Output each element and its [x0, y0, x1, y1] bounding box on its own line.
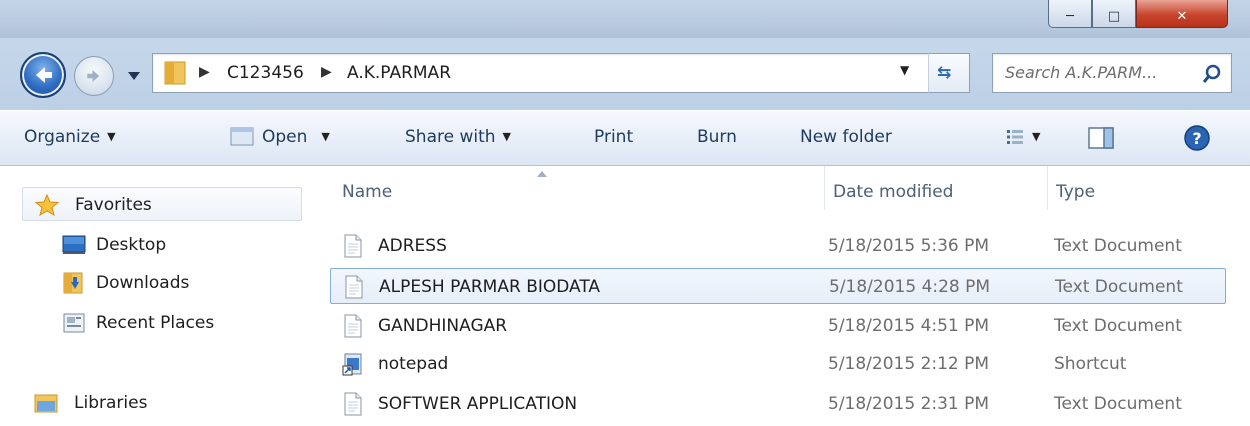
downloads-folder-icon	[63, 272, 83, 294]
libraries-icon	[34, 394, 58, 413]
file-date-modified: 5/18/2015 4:28 PM	[829, 277, 991, 297]
breadcrumb-separator-icon[interactable]: ▶	[199, 64, 210, 80]
sidebar-item-recent-places[interactable]: Recent Places	[22, 306, 282, 340]
back-button[interactable]	[20, 52, 66, 98]
back-arrow-icon	[36, 67, 52, 83]
sidebar-item-desktop[interactable]: Desktop	[22, 228, 282, 262]
column-header-label: Name	[342, 182, 393, 202]
folder-icon	[164, 61, 186, 85]
column-header-type[interactable]: Type	[1048, 166, 1250, 210]
file-type: Text Document	[1054, 316, 1182, 336]
change-view-icon[interactable]	[1006, 128, 1024, 146]
shortcut-icon	[342, 353, 362, 376]
text-document-icon	[344, 392, 362, 416]
table-row[interactable]: ADRESS 5/18/2015 5:36 PM Text Document	[330, 228, 1226, 264]
breadcrumb-c123456[interactable]: C123456	[227, 63, 304, 83]
text-document-icon	[345, 275, 363, 299]
sidebar-item-label: Libraries	[74, 393, 148, 413]
close-icon: ✕	[1176, 9, 1188, 24]
file-type: Text Document	[1055, 277, 1183, 297]
desktop-icon	[62, 235, 86, 254]
minimize-button[interactable]: ─	[1048, 0, 1092, 28]
table-row[interactable]: SOFTWER APPLICATION 5/18/2015 2:31 PM Text…	[330, 386, 1226, 422]
command-toolbar: Organize ▼ Open ▼ Share with ▼ Print Burn N…	[0, 110, 1250, 166]
chevron-down-icon: ▼	[502, 130, 511, 143]
search-input[interactable]	[1005, 63, 1191, 82]
table-row[interactable]: ALPESH PARMAR BIODATA 5/18/2015 4:28 PM Te…	[330, 268, 1226, 304]
open-label: Open	[262, 127, 308, 147]
breadcrumb-ak-parmar[interactable]: A.K.PARMAR	[347, 63, 451, 83]
refresh-button[interactable]: ⇆	[928, 53, 970, 93]
text-document-icon	[344, 234, 362, 258]
navigation-pane: Favorites Desktop Downloads Recent Place…	[0, 166, 318, 426]
file-type: Text Document	[1054, 236, 1182, 256]
refresh-icon: ⇆	[937, 63, 952, 83]
sidebar-item-label: Recent Places	[96, 313, 215, 333]
preview-pane-icon[interactable]	[1086, 126, 1116, 150]
svg-text:?: ?	[1192, 129, 1201, 148]
organize-label: Organize	[24, 127, 101, 147]
share-with-label: Share with	[405, 127, 496, 147]
column-header-name[interactable]: Name	[318, 166, 824, 210]
address-dropdown-icon[interactable]: ▼	[900, 63, 909, 77]
file-type: Text Document	[1054, 394, 1182, 414]
breadcrumb-separator-icon[interactable]: ▶	[321, 64, 332, 80]
file-date-modified: 5/18/2015 4:51 PM	[828, 316, 990, 336]
file-date-modified: 5/18/2015 2:12 PM	[828, 354, 990, 374]
file-list: Name Date modified Type ADRESS 5/18/2015 …	[318, 166, 1250, 426]
chevron-down-icon: ▼	[107, 130, 116, 143]
maximize-icon: □	[1107, 9, 1121, 24]
column-header-label: Type	[1056, 182, 1096, 202]
sidebar-item-downloads[interactable]: Downloads	[22, 266, 282, 300]
file-name: SOFTWER APPLICATION	[378, 394, 578, 414]
table-row[interactable]: GANDHINAGAR 5/18/2015 4:51 PM Text Documen…	[330, 308, 1226, 344]
minimize-icon: ─	[1066, 9, 1074, 24]
star-icon	[35, 194, 59, 216]
sidebar-item-label: Favorites	[75, 195, 152, 215]
address-bar[interactable]: ▶ C123456 ▶ A.K.PARMAR ▼	[152, 53, 970, 93]
organize-button[interactable]: Organize ▼	[24, 127, 116, 147]
sidebar-item-label: Downloads	[96, 273, 190, 293]
file-name: ALPESH PARMAR BIODATA	[379, 277, 601, 297]
open-button[interactable]: Open ▼	[262, 127, 330, 147]
print-button[interactable]: Print	[594, 127, 633, 147]
view-options-dropdown-icon[interactable]: ▼	[1032, 130, 1040, 143]
recent-pages-dropdown-icon[interactable]	[124, 68, 144, 84]
sidebar-item-label: Desktop	[96, 235, 167, 255]
help-icon[interactable]: ?	[1183, 124, 1211, 152]
recent-places-icon	[63, 313, 85, 333]
forward-button[interactable]	[74, 56, 114, 96]
table-row[interactable]: notepad 5/18/2015 2:12 PM Shortcut	[330, 346, 1226, 382]
file-date-modified: 5/18/2015 5:36 PM	[828, 236, 990, 256]
maximize-button[interactable]: □	[1092, 0, 1136, 28]
burn-button[interactable]: Burn	[697, 127, 737, 147]
file-name: ADRESS	[378, 236, 447, 256]
close-button[interactable]: ✕	[1136, 0, 1228, 28]
new-folder-button[interactable]: New folder	[800, 127, 892, 147]
sidebar-item-libraries[interactable]: Libraries	[22, 386, 282, 420]
share-with-button[interactable]: Share with ▼	[405, 127, 511, 147]
file-type: Shortcut	[1054, 354, 1127, 374]
chevron-down-icon: ▼	[321, 130, 330, 143]
column-header-label: Date modified	[833, 182, 954, 202]
file-date-modified: 5/18/2015 2:31 PM	[828, 394, 990, 414]
column-header-date-modified[interactable]: Date modified	[825, 166, 1047, 210]
search-box[interactable]	[992, 53, 1232, 93]
sort-ascending-icon	[537, 171, 547, 177]
sidebar-item-favorites[interactable]: Favorites	[22, 187, 302, 221]
open-document-icon[interactable]	[228, 125, 256, 147]
search-icon[interactable]	[1201, 63, 1223, 85]
file-name: notepad	[378, 354, 449, 374]
forward-arrow-icon	[87, 70, 100, 82]
text-document-icon	[344, 314, 362, 338]
file-name: GANDHINAGAR	[378, 316, 508, 336]
